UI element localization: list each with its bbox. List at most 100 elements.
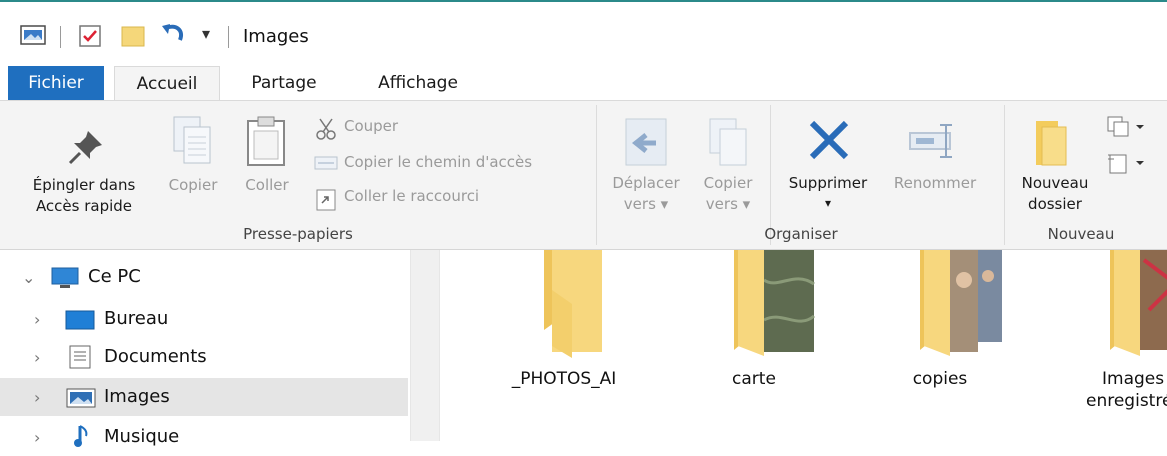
- copy-to-label-line2-text: vers: [705, 195, 738, 213]
- paste-label: Coller: [245, 176, 289, 194]
- new-folder-button[interactable]: Nouveau dossier: [1010, 111, 1100, 221]
- folder-name-line2: enregistrées: [1086, 391, 1167, 411]
- rename-label: Renommer: [893, 174, 977, 192]
- rename-icon: [908, 121, 962, 165]
- nav-pane-scrollbar[interactable]: [410, 250, 440, 441]
- paste-icon: [244, 115, 288, 171]
- new-folder-icon: [1032, 119, 1072, 171]
- easy-access-icon[interactable]: [1106, 151, 1146, 179]
- pin-icon: [66, 127, 106, 171]
- copy-button[interactable]: Copier: [158, 109, 228, 219]
- folder-item[interactable]: carte: [664, 250, 844, 441]
- new-folder-label: Nouveau dossier: [1010, 173, 1100, 215]
- folder-icon: [532, 250, 612, 364]
- tab-file[interactable]: Fichier: [8, 66, 104, 100]
- clipboard-group-label: Presse-papiers: [243, 225, 353, 243]
- new-folder-label-line2: dossier: [1028, 195, 1082, 213]
- copy-to-label-line1: Copier: [703, 174, 753, 192]
- nav-item-label: Musique: [104, 426, 180, 447]
- new-group-label: Nouveau: [1047, 225, 1115, 243]
- chevron-right-icon[interactable]: ›: [34, 348, 40, 367]
- delete-x-icon: [806, 117, 852, 167]
- undo-icon[interactable]: [160, 22, 188, 52]
- ribbon-tabs: Fichier Accueil Partage Affichage: [0, 66, 1167, 101]
- rename-button[interactable]: Renommer: [880, 111, 990, 221]
- copy-to-label: Copier vers ▾: [690, 173, 766, 215]
- tab-share[interactable]: Partage: [232, 66, 336, 100]
- nav-item-this-pc[interactable]: ⌄ Ce PC: [0, 258, 408, 296]
- copy-path-icon: [314, 153, 338, 177]
- title-separator: [228, 26, 229, 48]
- folder-item[interactable]: Images enregistrées: [1040, 250, 1167, 441]
- organize-group-label: Organiser: [764, 225, 838, 243]
- music-icon: [72, 424, 92, 454]
- chevron-down-icon[interactable]: ⌄: [22, 268, 35, 287]
- window-icon[interactable]: [20, 24, 46, 50]
- move-to-label-line1: Déplacer: [612, 174, 680, 192]
- new-folder-quick-icon[interactable]: [120, 24, 146, 52]
- copy-to-label-line2: vers ▾: [690, 194, 766, 215]
- properties-icon[interactable]: [78, 24, 102, 52]
- pin-label-line2: Accès rapide: [35, 197, 133, 215]
- move-to-dropdown-icon: ▾: [660, 195, 669, 213]
- folder-item[interactable]: _PHOTOS_AI: [474, 250, 654, 441]
- ribbon: Épingler dans Accès rapide Copier Coller…: [0, 100, 1167, 250]
- nav-item-images[interactable]: › Images: [0, 378, 408, 416]
- group-divider: [596, 105, 597, 245]
- nav-item-desktop[interactable]: › Bureau: [0, 300, 408, 338]
- paste-shortcut-label: Coller le raccourci: [344, 187, 480, 205]
- folder-icon: [884, 250, 1004, 364]
- copy-to-dropdown-icon: ▾: [742, 195, 751, 213]
- chevron-right-icon[interactable]: ›: [34, 310, 40, 329]
- organize-divider: [770, 105, 771, 245]
- copy-path-label: Copier le chemin d'accès: [344, 153, 533, 171]
- title-bar: ▾ Images: [0, 2, 1167, 66]
- delete-dropdown-icon[interactable]: ▾: [778, 193, 878, 214]
- nav-item-label: Bureau: [104, 308, 169, 329]
- pin-quick-access-button[interactable]: Épingler dans Accès rapide: [14, 119, 154, 219]
- delete-label: Supprimer: [788, 174, 868, 192]
- group-divider-new: [1004, 105, 1005, 245]
- pin-label-line1: Épingler dans: [32, 176, 136, 194]
- copy-to-icon: [704, 117, 752, 171]
- folder-icon: [1074, 250, 1167, 364]
- quick-access-separator: [60, 26, 61, 48]
- new-folder-label-line1: Nouveau: [1021, 174, 1089, 192]
- nav-item-music[interactable]: › Musique: [0, 418, 408, 456]
- file-list: _PHOTOS_AI carte copies Images enregistr…: [440, 250, 1167, 441]
- nav-item-label: Ce PC: [88, 266, 141, 287]
- folder-item[interactable]: copies: [850, 250, 1030, 441]
- copy-to-button[interactable]: Copier vers ▾: [690, 111, 766, 221]
- customize-quick-access-icon[interactable]: ▾: [202, 24, 210, 43]
- folder-icon: [698, 250, 818, 364]
- folder-name: copies: [912, 369, 968, 389]
- move-to-icon: [622, 117, 670, 171]
- documents-icon: [68, 344, 92, 374]
- paste-button[interactable]: Coller: [234, 109, 300, 219]
- images-icon: [66, 387, 96, 413]
- move-to-label-line2: vers ▾: [600, 194, 692, 215]
- copy-icon: [170, 115, 214, 171]
- folder-name: carte: [732, 369, 776, 389]
- delete-button[interactable]: Supprimer ▾: [778, 111, 878, 221]
- chevron-right-icon[interactable]: ›: [34, 428, 40, 447]
- desktop-icon: [64, 308, 96, 336]
- copy-label: Copier: [168, 176, 218, 194]
- folder-name: _PHOTOS_AI: [511, 369, 617, 389]
- pin-label: Épingler dans Accès rapide: [14, 175, 154, 217]
- window-title: Images: [243, 26, 309, 47]
- move-to-label-line2-text: vers: [623, 195, 656, 213]
- new-item-icon[interactable]: [1106, 115, 1146, 143]
- nav-item-label: Documents: [104, 346, 207, 367]
- tab-view[interactable]: Affichage: [350, 66, 486, 100]
- nav-item-documents[interactable]: › Documents: [0, 338, 408, 376]
- scissors-icon: [314, 117, 338, 145]
- folder-name: Images enregistrées: [1070, 368, 1167, 412]
- chevron-right-icon[interactable]: ›: [34, 388, 40, 407]
- move-to-button[interactable]: Déplacer vers ▾: [600, 111, 692, 221]
- nav-item-label: Images: [104, 386, 170, 407]
- paste-shortcut-icon: [314, 187, 338, 215]
- tab-home[interactable]: Accueil: [114, 66, 220, 101]
- folder-name-line1: Images: [1102, 369, 1165, 389]
- move-to-label: Déplacer vers ▾: [600, 173, 692, 215]
